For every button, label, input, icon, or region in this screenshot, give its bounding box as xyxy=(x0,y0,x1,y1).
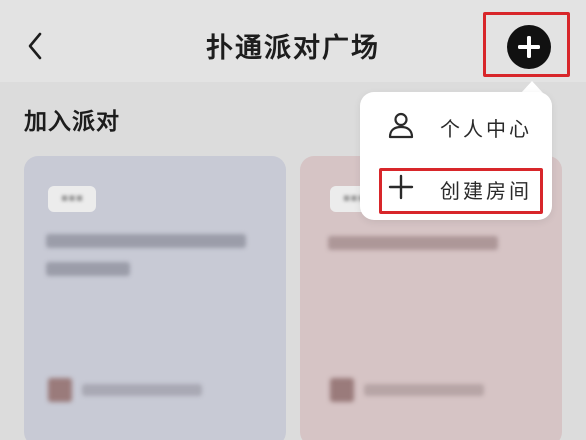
card-meta-blur xyxy=(82,384,202,396)
card-title-blur xyxy=(328,236,498,250)
card-meta-blur xyxy=(364,384,484,396)
card-tag-text: ▪▪▪ xyxy=(60,191,84,204)
highlight-box-create-room xyxy=(379,168,543,214)
avatar xyxy=(48,378,72,402)
card-tag: ▪▪▪ xyxy=(48,186,96,212)
card-title-blur xyxy=(46,234,246,248)
menu-item-personal-center[interactable]: 个人中心 xyxy=(360,96,552,154)
party-card[interactable]: ▪▪▪ xyxy=(24,156,286,440)
menu-item-label: 个人中心 xyxy=(440,117,532,141)
card-title-blur xyxy=(46,262,130,276)
avatar xyxy=(330,378,354,402)
section-title-join-party: 加入派对 xyxy=(24,109,120,135)
highlight-box-add-button xyxy=(483,12,570,77)
person-icon xyxy=(386,110,416,140)
